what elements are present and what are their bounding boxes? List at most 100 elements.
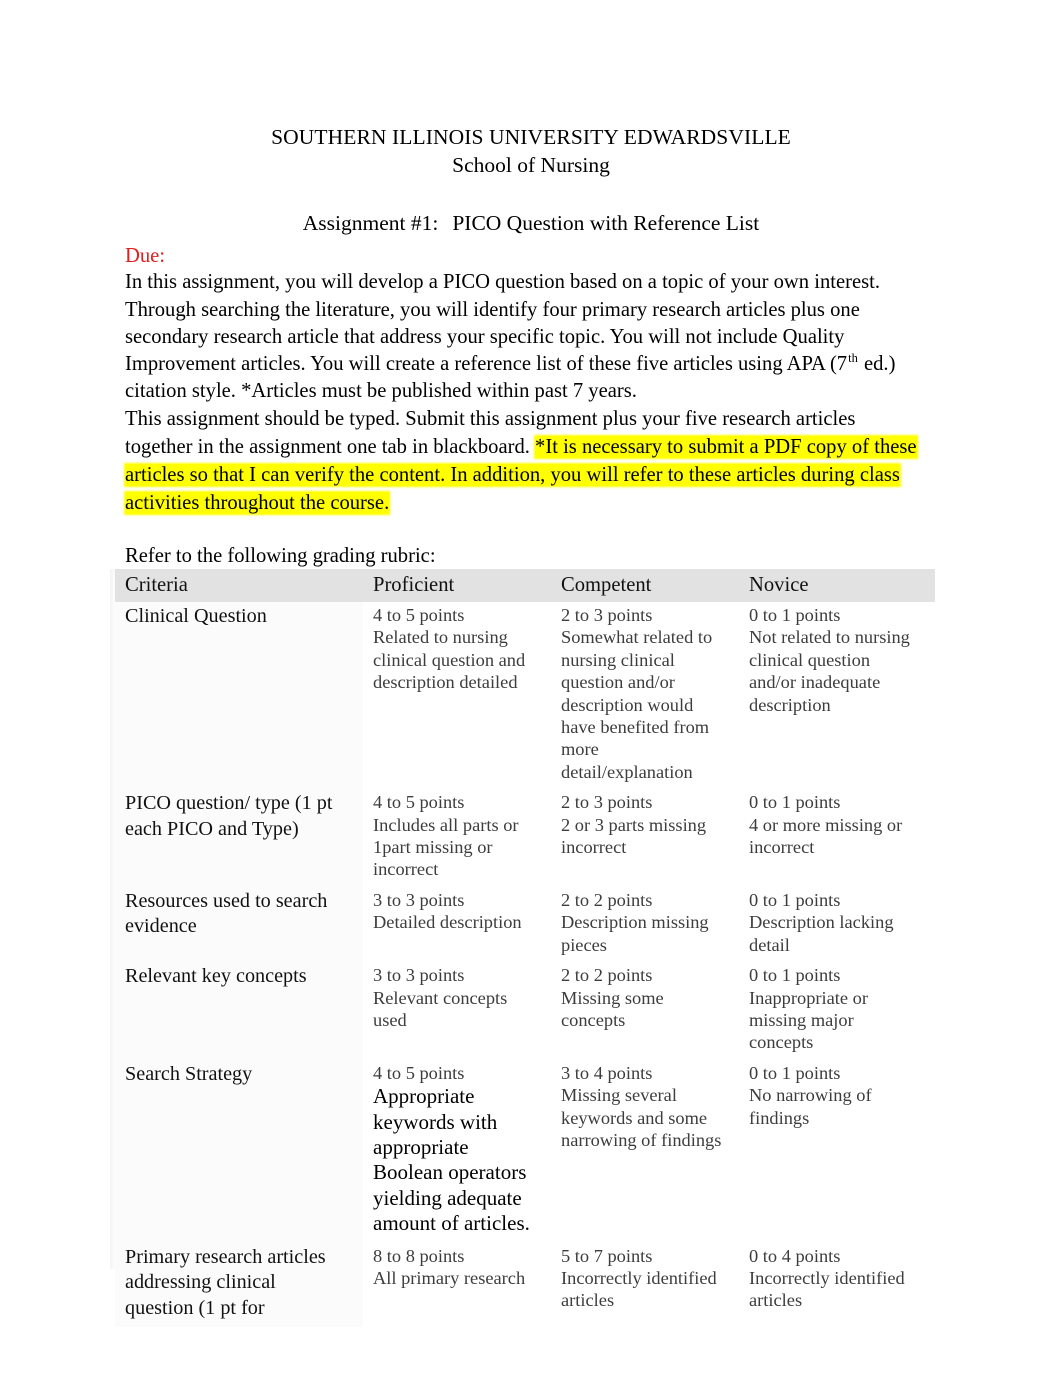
description-text: Missing several keywords and some narrow… xyxy=(561,1085,722,1150)
points-label: 5 to 7 points xyxy=(561,1245,653,1266)
assignment-label: Assignment #1: xyxy=(302,211,439,235)
row-competent: 2 to 2 points Description missing pieces xyxy=(551,886,739,963)
points-label: 3 to 4 points xyxy=(561,1062,653,1083)
intro-line-8: articles so that I can verify the conten… xyxy=(125,461,937,489)
description-text: Description missing pieces xyxy=(561,912,709,955)
intro-paragraph: In this assignment, you will develop a P… xyxy=(125,269,937,517)
row-novice: 0 to 1 points Inappropriate or missing m… xyxy=(739,962,935,1060)
intro-line-9: activities throughout the course. xyxy=(125,489,937,517)
points-label: 3 to 3 points xyxy=(373,889,465,910)
school-name: School of Nursing xyxy=(452,153,610,177)
points-label: 4 to 5 points xyxy=(373,792,465,813)
intro-line-8-highlighted: articles so that I can verify the conten… xyxy=(125,463,900,486)
description-text: Appropriate keywords with appropriate Bo… xyxy=(373,1084,530,1236)
intro-line-4-main: Improvement articles. You will create a … xyxy=(125,353,848,376)
row-proficient: 4 to 5 points Related to nursing clinica… xyxy=(363,602,551,790)
description-text: Related to nursing clinical question and… xyxy=(373,627,526,693)
due-label: Due: xyxy=(125,245,166,267)
intro-line-7-highlighted: *It is necessary to submit a PDF copy of… xyxy=(535,435,917,458)
points-label: 0 to 1 points xyxy=(749,792,841,813)
description-text: Somewhat related to nursing clinical que… xyxy=(561,627,713,782)
institution-name: SOUTHERN ILLINOIS UNIVERSITY EDWARDSVILL… xyxy=(271,125,791,149)
table-row: Primary research articles addressing cli… xyxy=(115,1242,935,1328)
row-competent: 3 to 4 points Missing several keywords a… xyxy=(551,1059,739,1243)
description-text: Relevant concepts used xyxy=(373,987,508,1030)
points-label: 2 to 3 points xyxy=(561,792,653,813)
rubric-intro-text: Refer to the following grading rubric: xyxy=(125,545,436,567)
description-text: Incorrectly identified articles xyxy=(561,1267,717,1311)
row-novice: 0 to 1 points Not related to nursing cli… xyxy=(739,602,935,790)
description-text: Detailed description xyxy=(373,912,522,933)
intro-line-7-plain: together in the assignment one tab in bl… xyxy=(125,435,536,458)
points-label: 0 to 1 points xyxy=(749,1062,841,1083)
intro-line-3: secondary research article that address … xyxy=(125,325,845,348)
column-header-criteria: Criteria xyxy=(115,569,363,602)
description-text: 2 or 3 parts missing incorrect xyxy=(561,814,707,858)
table-header-row: Criteria Proficient Competent Novice xyxy=(115,569,935,602)
table-row: PICO question/ type (1 pt each PICO and … xyxy=(115,789,935,887)
grading-rubric-table: Criteria Proficient Competent Novice Cli… xyxy=(115,569,935,1328)
intro-line-1: In this assignment, you will develop a P… xyxy=(125,271,880,293)
points-label: 0 to 1 points xyxy=(749,889,841,910)
row-criteria: Relevant key concepts xyxy=(115,962,363,1060)
description-text: All primary research xyxy=(373,1267,526,1288)
points-label: 4 to 5 points xyxy=(373,605,465,625)
intro-line-5: citation style. *Articles must be publis… xyxy=(125,380,637,403)
row-proficient: 3 to 3 points Detailed description xyxy=(363,886,551,963)
row-criteria: Resources used to search evidence xyxy=(115,886,363,963)
description-text: Includes all parts or 1part missing or i… xyxy=(373,814,519,880)
intro-line-4-tail: ed.) xyxy=(858,353,896,376)
row-proficient: 8 to 8 points All primary research xyxy=(363,1242,551,1328)
intro-line-6: This assignment should be typed. Submit … xyxy=(125,407,856,430)
row-criteria: PICO question/ type (1 pt each PICO and … xyxy=(115,789,363,887)
document-page: SOUTHERN ILLINOIS UNIVERSITY EDWARDSVILL… xyxy=(0,0,1062,1377)
row-competent: 5 to 7 points Incorrectly identified art… xyxy=(551,1242,739,1328)
assignment-heading: Assignment #1: PICO Question with Referen… xyxy=(0,209,1062,237)
column-header-proficient: Proficient xyxy=(363,569,551,602)
document-header: SOUTHERN ILLINOIS UNIVERSITY EDWARDSVILL… xyxy=(0,124,1062,237)
points-label: 2 to 2 points xyxy=(561,889,653,910)
row-proficient: 4 to 5 points Includes all parts or 1par… xyxy=(363,789,551,887)
intro-line-2: Through searching the literature, you wi… xyxy=(125,298,860,321)
row-criteria: Clinical Question xyxy=(115,602,363,790)
table-row: Clinical Question 4 to 5 points Related … xyxy=(115,602,935,790)
points-label: 0 to 1 points xyxy=(749,605,841,625)
description-text: Not related to nursing clinical question… xyxy=(749,627,910,715)
table-row: Search Strategy 4 to 5 points Appropriat… xyxy=(115,1059,935,1243)
table-body: Clinical Question 4 to 5 points Related … xyxy=(115,602,935,1328)
row-proficient: 3 to 3 points Relevant concepts used xyxy=(363,962,551,1060)
intro-line-7: together in the assignment one tab in bl… xyxy=(125,433,937,461)
description-text: Incorrectly identified articles xyxy=(749,1267,905,1311)
row-proficient: 4 to 5 points Appropriate keywords with … xyxy=(363,1059,551,1243)
intro-line-9-highlighted: activities throughout the course. xyxy=(125,491,390,514)
points-label: 3 to 3 points xyxy=(373,965,465,986)
row-criteria: Primary research articles addressing cli… xyxy=(115,1242,363,1328)
points-label: 2 to 3 points xyxy=(561,605,653,625)
column-header-competent: Competent xyxy=(551,569,739,602)
points-label: 8 to 8 points xyxy=(373,1245,465,1266)
table-row: Resources used to search evidence 3 to 3… xyxy=(115,886,935,963)
points-label: 0 to 1 points xyxy=(749,965,841,986)
row-novice: 0 to 1 points No narrowing of findings xyxy=(739,1059,935,1243)
row-novice: 0 to 1 points Description lacking detail xyxy=(739,886,935,963)
points-label: 2 to 2 points xyxy=(561,965,653,986)
assignment-title: PICO Question with Reference List xyxy=(452,211,760,235)
assignment-description: Due: In this assignment, you will develo… xyxy=(125,243,937,517)
intro-line-4: Improvement articles. You will create a … xyxy=(125,350,937,378)
description-text: Inappropriate or missing major concepts xyxy=(749,987,868,1053)
ordinal-suffix: th xyxy=(848,351,858,366)
table-row: Relevant key concepts 3 to 3 points Rele… xyxy=(115,962,935,1060)
row-competent: 2 to 3 points Somewhat related to nursin… xyxy=(551,602,739,790)
row-competent: 2 to 2 points Missing some concepts xyxy=(551,962,739,1060)
row-criteria: Search Strategy xyxy=(115,1059,363,1243)
table-header: Criteria Proficient Competent Novice xyxy=(115,569,935,602)
row-novice: 0 to 4 points Incorrectly identified art… xyxy=(739,1242,935,1328)
points-label: 0 to 4 points xyxy=(749,1245,841,1266)
description-text: Missing some concepts xyxy=(561,987,664,1030)
column-header-novice: Novice xyxy=(739,569,935,602)
description-text: 4 or more missing or incorrect xyxy=(749,814,903,858)
row-competent: 2 to 3 points 2 or 3 parts missing incor… xyxy=(551,789,739,887)
row-novice: 0 to 1 points 4 or more missing or incor… xyxy=(739,789,935,887)
points-label: 4 to 5 points xyxy=(373,1062,465,1083)
description-text: No narrowing of findings xyxy=(749,1085,872,1128)
